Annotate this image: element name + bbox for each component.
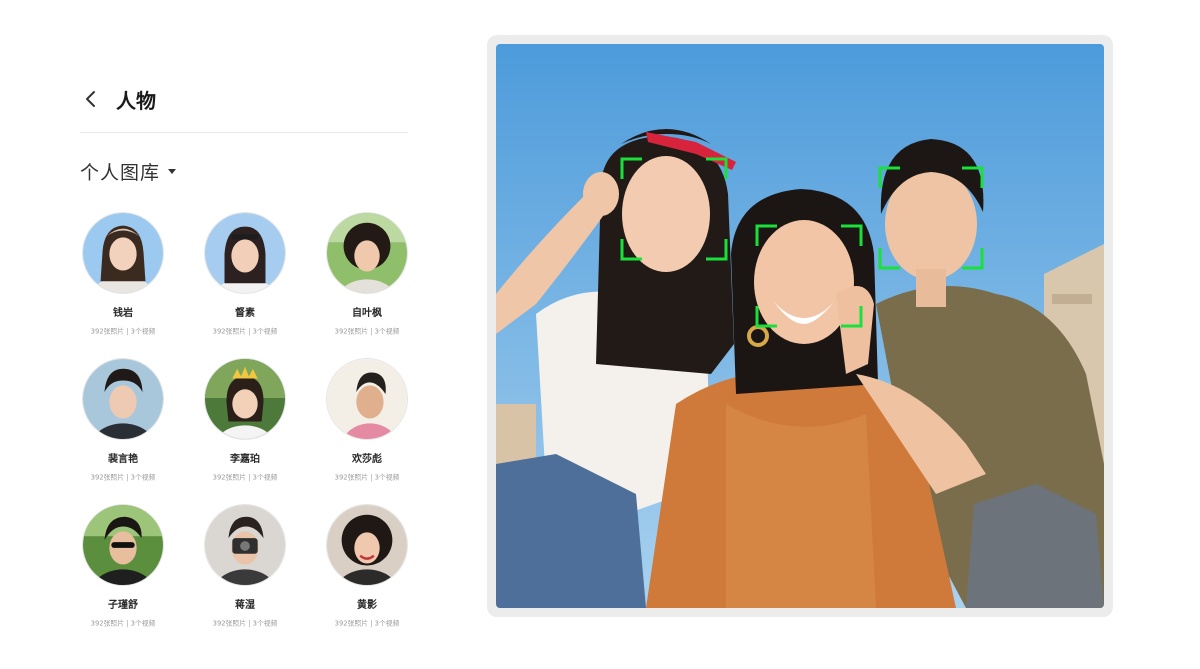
person-card[interactable]: 李嘉珀 392张照片 | 3个视频: [190, 358, 300, 483]
person-card[interactable]: 督素 392张照片 | 3个视频: [190, 212, 300, 337]
avatar: [204, 212, 286, 294]
face-detection-frame[interactable]: [755, 224, 863, 328]
person-meta: 392张照片 | 3个视频: [212, 473, 278, 482]
person-name: 黄影: [357, 600, 377, 611]
person-name: 钱岩: [113, 308, 133, 319]
person-card[interactable]: 裴言艳 392张照片 | 3个视频: [68, 358, 178, 483]
person-name: 子瑾舒: [108, 600, 138, 611]
person-card[interactable]: 自叶枫 392张照片 | 3个视频: [312, 212, 422, 337]
person-card[interactable]: 子瑾舒 392张照片 | 3个视频: [68, 504, 178, 629]
person-card[interactable]: 蒋湿 392张照片 | 3个视频: [190, 504, 300, 629]
face-detection-frame[interactable]: [878, 166, 984, 270]
person-card[interactable]: 欢莎彪 392张照片 | 3个视频: [312, 358, 422, 483]
divider: [80, 132, 408, 133]
avatar: [82, 504, 164, 586]
face-detection-frame[interactable]: [620, 157, 728, 261]
person-meta: 392张照片 | 3个视频: [212, 619, 278, 628]
chevron-left-icon[interactable]: [80, 88, 102, 110]
person-meta: 392张照片 | 3个视频: [212, 327, 278, 336]
person-meta: 392张照片 | 3个视频: [90, 327, 156, 336]
header: 人物: [80, 84, 410, 114]
avatar: [82, 358, 164, 440]
person-name: 自叶枫: [352, 308, 382, 319]
person-meta: 392张照片 | 3个视频: [90, 473, 156, 482]
photo-preview-card: [487, 35, 1113, 617]
person-meta: 392张照片 | 3个视频: [334, 327, 400, 336]
person-meta: 392张照片 | 3个视频: [334, 619, 400, 628]
person-name: 蒋湿: [235, 600, 255, 611]
person-name: 裴言艳: [108, 454, 138, 465]
group-photo[interactable]: [496, 44, 1104, 608]
person-name: 李嘉珀: [230, 454, 260, 465]
avatar: [326, 358, 408, 440]
caret-down-icon: [168, 169, 177, 174]
gallery-dropdown[interactable]: 个人图库: [80, 158, 177, 185]
gallery-label: 个人图库: [80, 162, 161, 184]
person-name: 欢莎彪: [352, 454, 382, 465]
person-meta: 392张照片 | 3个视频: [334, 473, 400, 482]
avatar: [326, 212, 408, 294]
avatar: [204, 504, 286, 586]
person-card[interactable]: 黄影 392张照片 | 3个视频: [312, 504, 422, 629]
avatar: [204, 358, 286, 440]
page-title: 人物: [116, 88, 156, 113]
person-name: 督素: [235, 308, 255, 319]
person-meta: 392张照片 | 3个视频: [90, 619, 156, 628]
avatar: [326, 504, 408, 586]
avatar: [82, 212, 164, 294]
person-card[interactable]: 钱岩 392张照片 | 3个视频: [68, 212, 178, 337]
people-panel: 人物 个人图库 钱岩 392张照片 | 3个视频 督素 392张照片 | 3个视…: [80, 70, 410, 630]
